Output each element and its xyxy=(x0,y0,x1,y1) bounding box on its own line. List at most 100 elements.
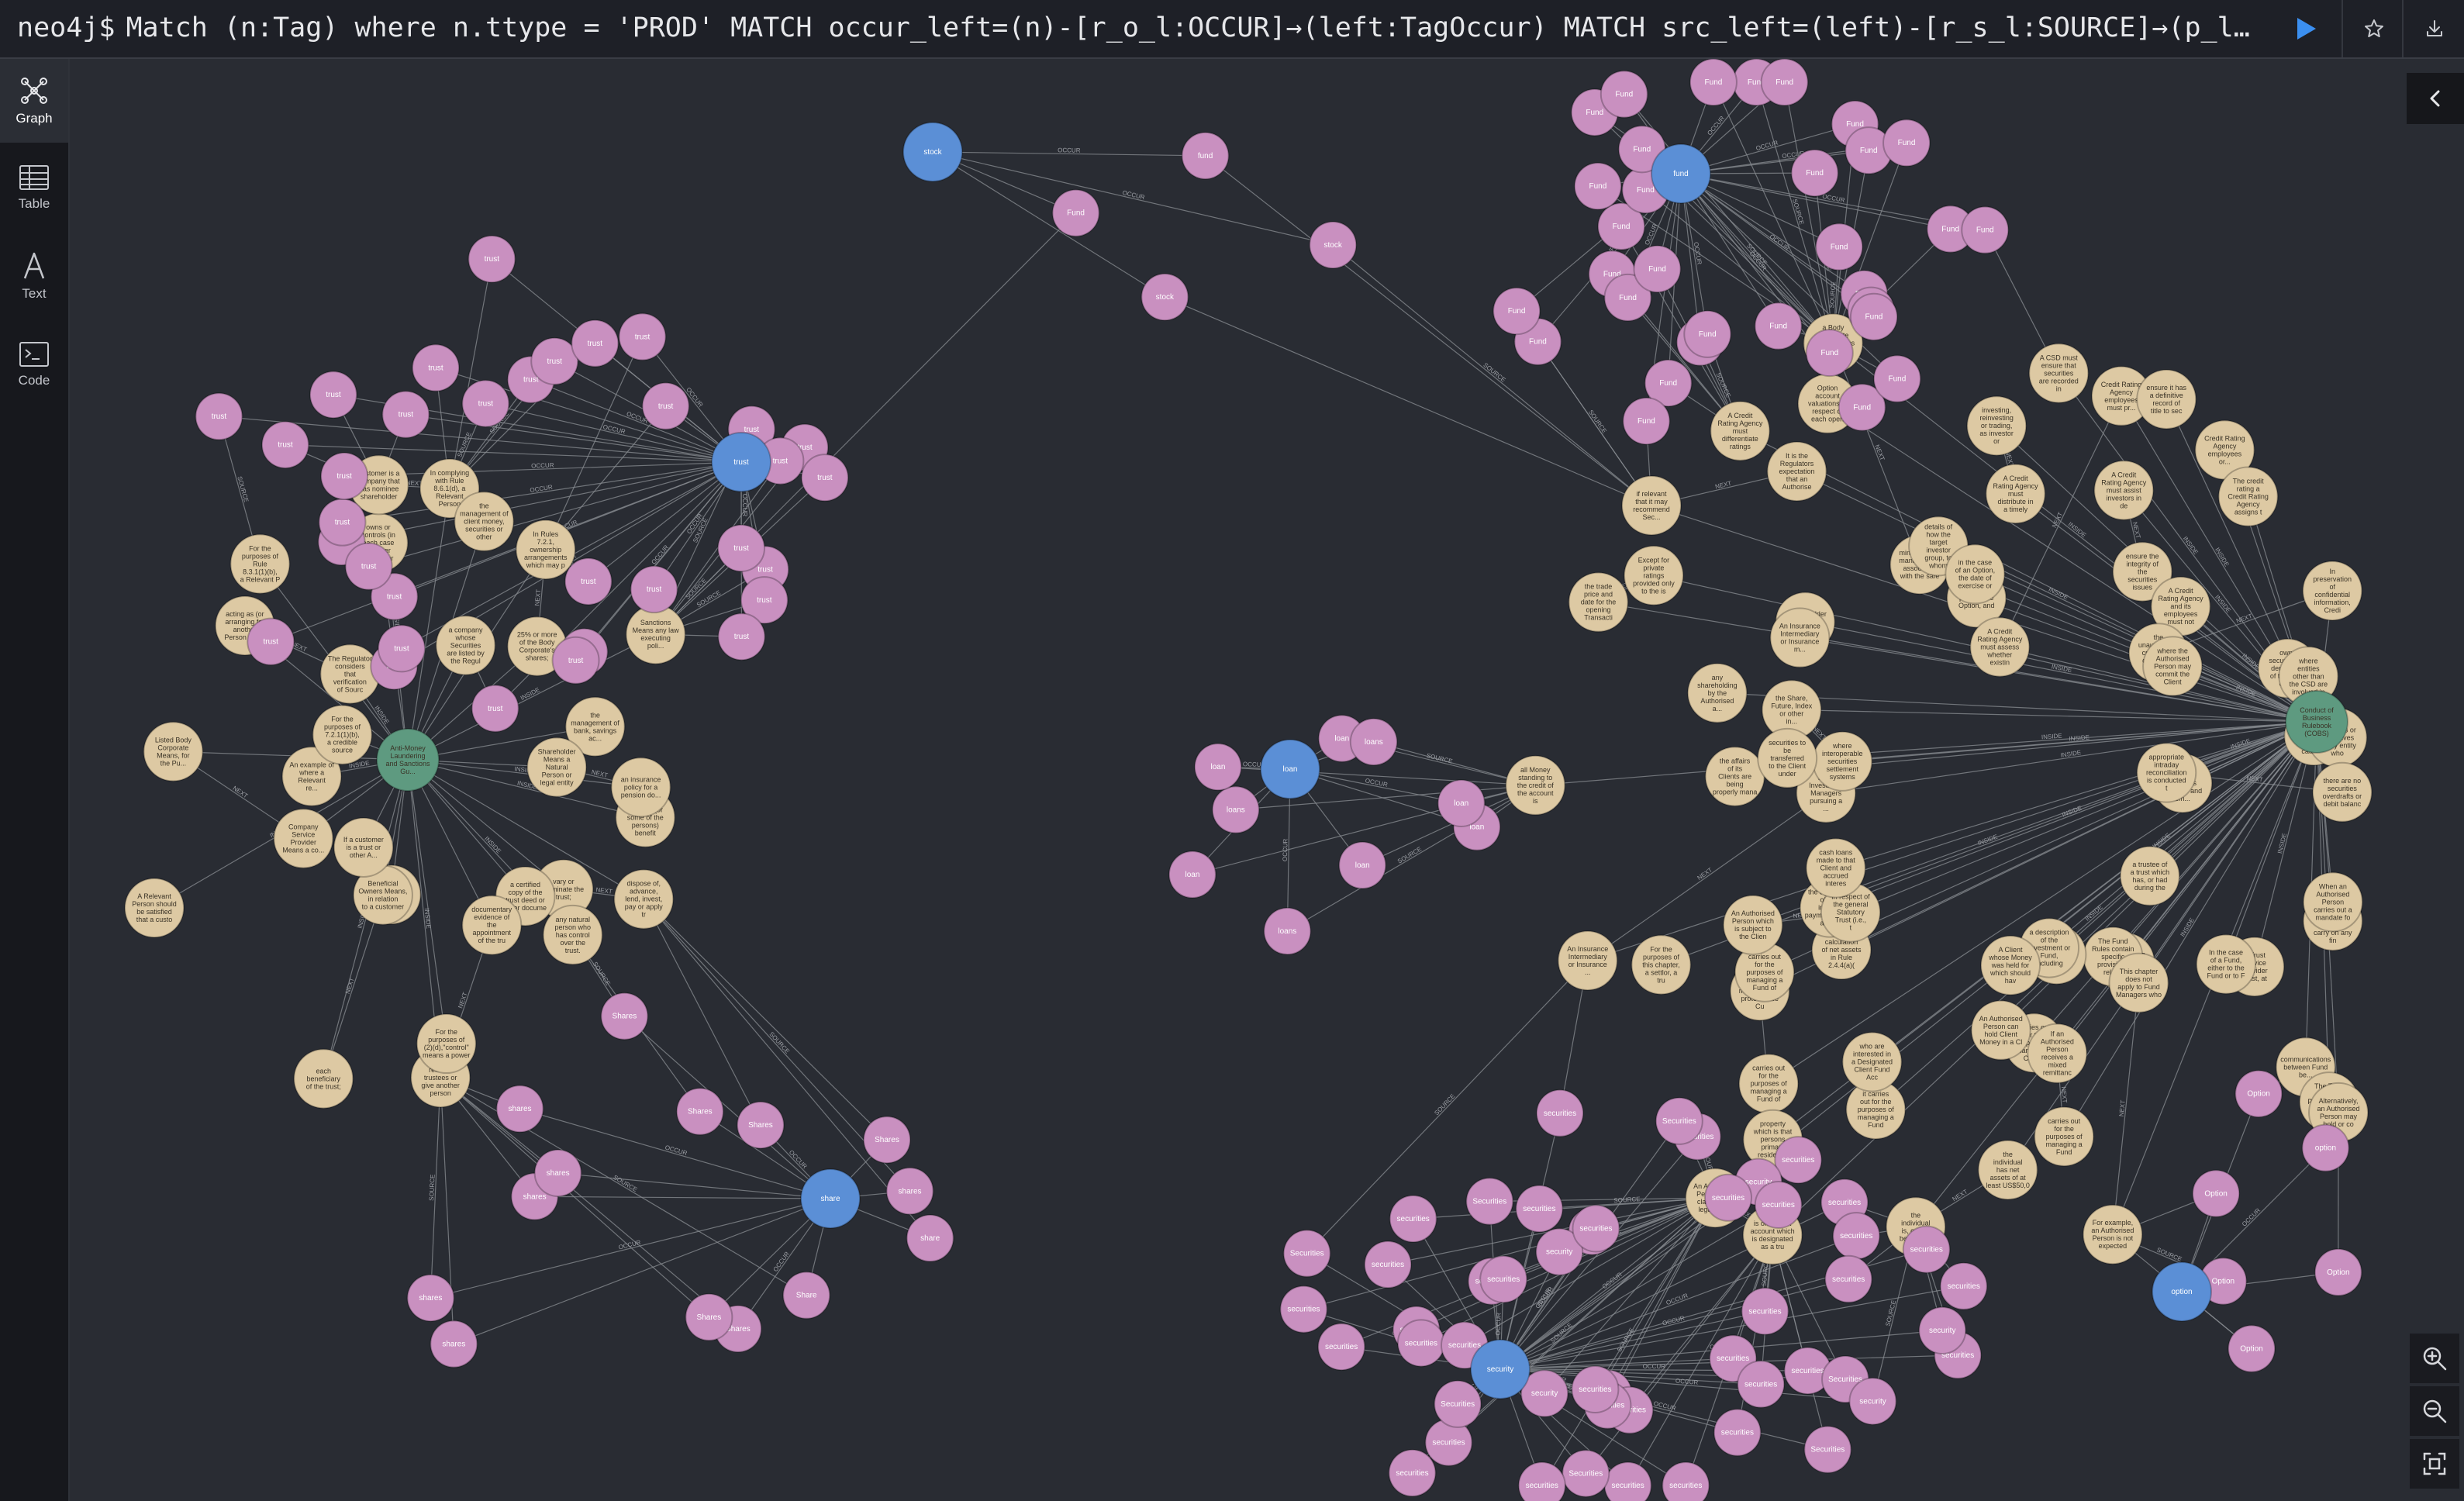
paragraph-node[interactable]: a companywhoseSecuritiesare listed bythe… xyxy=(435,615,496,676)
collapse-inspector-button[interactable] xyxy=(2407,73,2464,124)
paragraph-node[interactable]: Inpreservationofconfidentialinformation,… xyxy=(2302,561,2363,622)
tag-occurrence-node[interactable]: stock xyxy=(1309,221,1358,270)
paragraph-node[interactable]: anyshareholdingby theAuthoriseda... xyxy=(1686,662,1748,723)
tag-occurrence-node[interactable]: securities xyxy=(1774,1136,1823,1185)
paragraph-node[interactable]: When anAuthorisedPersoncarries out amand… xyxy=(2302,871,2363,933)
tag-occurrence-node[interactable]: trust xyxy=(344,542,393,591)
tag-occurrence-node[interactable]: Fund xyxy=(1622,397,1671,446)
tag-occurrence-node[interactable]: Shares xyxy=(862,1116,911,1165)
paragraph-node[interactable]: the tradeprice anddate for theopeningTra… xyxy=(1568,571,1629,633)
paragraph-node[interactable]: ShareholderMeans aNaturalPerson orlegal … xyxy=(526,737,588,798)
tag-occurrence-node[interactable]: fund xyxy=(1181,131,1230,180)
paragraph-node[interactable]: In the caseof a Fund,either to theFund o… xyxy=(2196,933,2257,995)
paragraph-node[interactable]: whereinteroperablesecuritiessettlementsy… xyxy=(1812,730,1873,792)
download-button[interactable] xyxy=(2402,0,2464,57)
tag-occurrence-node[interactable]: Fund xyxy=(1600,70,1648,119)
tag-occurrence-node[interactable]: securities xyxy=(1388,1448,1437,1497)
tag-occurrence-node[interactable]: shares xyxy=(430,1320,478,1368)
paragraph-node[interactable]: An AuthorisedPerson canhold ClientMoney … xyxy=(1970,999,2031,1061)
paragraph-node[interactable]: A CreditRating Agencymustdifferentiatera… xyxy=(1710,400,1771,461)
paragraph-node[interactable]: The Regulatorconsidersthatverificationof… xyxy=(319,644,381,705)
tab-code[interactable]: Code xyxy=(0,323,68,406)
tag-occurrence-node[interactable]: securities xyxy=(1704,1173,1753,1222)
tag-occurrence-node[interactable]: trust xyxy=(564,557,613,606)
paragraph-node[interactable]: theindividualhas netassets of atleast US… xyxy=(1977,1139,2038,1200)
fit-to-screen-button[interactable] xyxy=(2410,1439,2459,1489)
paragraph-node[interactable]: the affairsof itsClients arebeingproperl… xyxy=(1704,746,1765,807)
tag-occurrence-node[interactable]: Fund xyxy=(1849,292,1898,341)
paragraph-node[interactable]: if relevantthat it mayrecommendSec... xyxy=(1621,474,1682,536)
graph-svg[interactable]: OCCUR SOURCE OCCUR SOURCE OCCUR SOURCE OCCUR OC… xyxy=(70,59,2464,1501)
tag-occurrence-node[interactable]: Securities xyxy=(1562,1449,1610,1498)
tag-node-stock[interactable]: stock xyxy=(902,122,963,182)
tag-occurrence-node[interactable]: Fund xyxy=(1760,59,1809,106)
rulebook-node[interactable]: Conduct ofBusinessRulebook(COBS) xyxy=(2285,690,2348,754)
paragraph-node[interactable]: dispose of,advance,lend, invest,pay or a… xyxy=(613,868,675,930)
relationship-edge[interactable] xyxy=(1850,721,2317,913)
paragraph-node[interactable]: Except forprivateratingsprovided onlyto … xyxy=(1623,545,1684,606)
paragraph-node[interactable]: a trustee ofa trust whichhas, or hadduri… xyxy=(2119,845,2180,906)
tag-occurrence-node[interactable]: trust xyxy=(630,565,678,614)
tag-occurrence-node[interactable]: Fund xyxy=(1790,149,1839,198)
tag-occurrence-node[interactable]: loan xyxy=(1168,850,1216,899)
tag-occurrence-node[interactable]: trust xyxy=(551,636,600,685)
tag-occurrence-node[interactable]: trust xyxy=(571,319,619,367)
tag-occurrence-node[interactable]: securities xyxy=(1279,1285,1328,1334)
tag-occurrence-node[interactable]: Fund xyxy=(1872,354,1921,403)
paragraph-node[interactable]: For thepurposes ofthis chapter,a settlor… xyxy=(1631,934,1692,995)
tag-occurrence-node[interactable]: securities xyxy=(1824,1254,1873,1303)
paragraph-node[interactable]: in the caseof an Option,the date ofexerc… xyxy=(1945,543,2006,605)
tag-occurrence-node[interactable]: Fund xyxy=(1493,287,1541,336)
tag-occurrence-node[interactable]: securities xyxy=(1517,1461,1566,1501)
paragraph-node[interactable]: If anAuthorisedPersonreceives amixedremi… xyxy=(2027,1023,2088,1084)
tag-occurrence-node[interactable]: Fund xyxy=(1689,59,1738,106)
tag-node-fund[interactable]: fund xyxy=(1651,143,1711,204)
paragraph-node[interactable]: documentaryevidence oftheappointmentof t… xyxy=(461,895,523,956)
tag-occurrence-node[interactable]: Fund xyxy=(1633,244,1682,293)
relationship-edge[interactable] xyxy=(454,1198,831,1345)
tag-occurrence-node[interactable]: trust xyxy=(641,381,690,430)
relationship-edge[interactable] xyxy=(1165,296,1652,506)
tag-occurrence-node[interactable]: Securities xyxy=(1282,1229,1331,1278)
tag-occurrence-node[interactable]: Securities xyxy=(1465,1177,1514,1226)
relationship-edge[interactable] xyxy=(534,1196,831,1199)
tag-occurrence-node[interactable]: trust xyxy=(717,523,766,572)
paragraph-node[interactable]: A CreditRating Agencymustdistribute ina … xyxy=(1985,463,2046,524)
tag-occurrence-node[interactable]: securities xyxy=(1902,1225,1951,1274)
paragraph-node[interactable]: all Moneystanding tothe credit ofthe acc… xyxy=(1505,754,1566,816)
tag-occurrence-node[interactable]: securities xyxy=(1939,1261,1988,1310)
graph-canvas[interactable]: OCCUR SOURCE OCCUR SOURCE OCCUR SOURCE OCCUR OC… xyxy=(70,59,2464,1501)
tag-occurrence-node[interactable]: Shares xyxy=(675,1087,724,1136)
tag-occurrence-node[interactable]: trust xyxy=(618,312,667,361)
tag-occurrence-node[interactable]: security xyxy=(1848,1377,1897,1426)
tag-node-security[interactable]: security xyxy=(1470,1339,1531,1399)
tag-occurrence-node[interactable]: loan xyxy=(1437,778,1486,827)
tag-occurrence-node[interactable]: securities xyxy=(1572,1204,1620,1253)
tag-occurrence-node[interactable]: Securities xyxy=(1434,1379,1482,1428)
paragraph-node[interactable]: themanagement ofclient money,securities … xyxy=(454,491,515,552)
tag-occurrence-node[interactable]: trust xyxy=(309,371,357,419)
tag-occurrence-node[interactable]: shares xyxy=(406,1274,455,1323)
paragraph-node[interactable]: This chapterdoes notapply to FundManager… xyxy=(2108,952,2169,1013)
tag-occurrence-node[interactable]: Fund xyxy=(1754,302,1803,350)
tag-occurrence-node[interactable]: Fund xyxy=(1815,223,1864,271)
tag-occurrence-node[interactable]: option xyxy=(2301,1123,2350,1172)
tag-occurrence-node[interactable]: securities xyxy=(1832,1212,1881,1261)
tag-occurrence-node[interactable]: securities xyxy=(1396,1319,1445,1368)
paragraph-node[interactable]: For thepurposes of(2)(d),"control"means … xyxy=(416,1013,477,1075)
paragraph-node[interactable]: carries outfor thepurposes ofmanaging aF… xyxy=(2034,1106,2095,1167)
tag-node-loan[interactable]: loan xyxy=(1260,739,1320,799)
tag-occurrence-node[interactable]: Shares xyxy=(736,1101,785,1150)
tag-occurrence-node[interactable]: loan xyxy=(1338,841,1387,890)
tag-occurrence-node[interactable]: shares xyxy=(495,1085,544,1134)
relationship-edge[interactable] xyxy=(1587,721,2317,961)
paragraph-node[interactable]: A RelevantPerson shouldbe satisfiedthat … xyxy=(124,878,185,939)
paragraph-node[interactable]: Listed BodyCorporateMeans, forthe Pu... xyxy=(143,721,204,782)
paragraph-node[interactable]: appropriateintradayreconciliationis cond… xyxy=(2136,742,2197,803)
tag-occurrence-node[interactable]: trust xyxy=(468,235,516,284)
paragraph-node[interactable]: carries outfor thepurposes ofmanaging aF… xyxy=(1738,1053,1800,1114)
tag-occurrence-node[interactable]: trust xyxy=(411,343,460,392)
paragraph-node[interactable]: In Rules7.2.1,ownershiparrangementswhich… xyxy=(515,519,576,580)
tag-occurrence-node[interactable]: trust xyxy=(377,624,426,673)
tag-occurrence-node[interactable]: securities xyxy=(1571,1365,1620,1413)
